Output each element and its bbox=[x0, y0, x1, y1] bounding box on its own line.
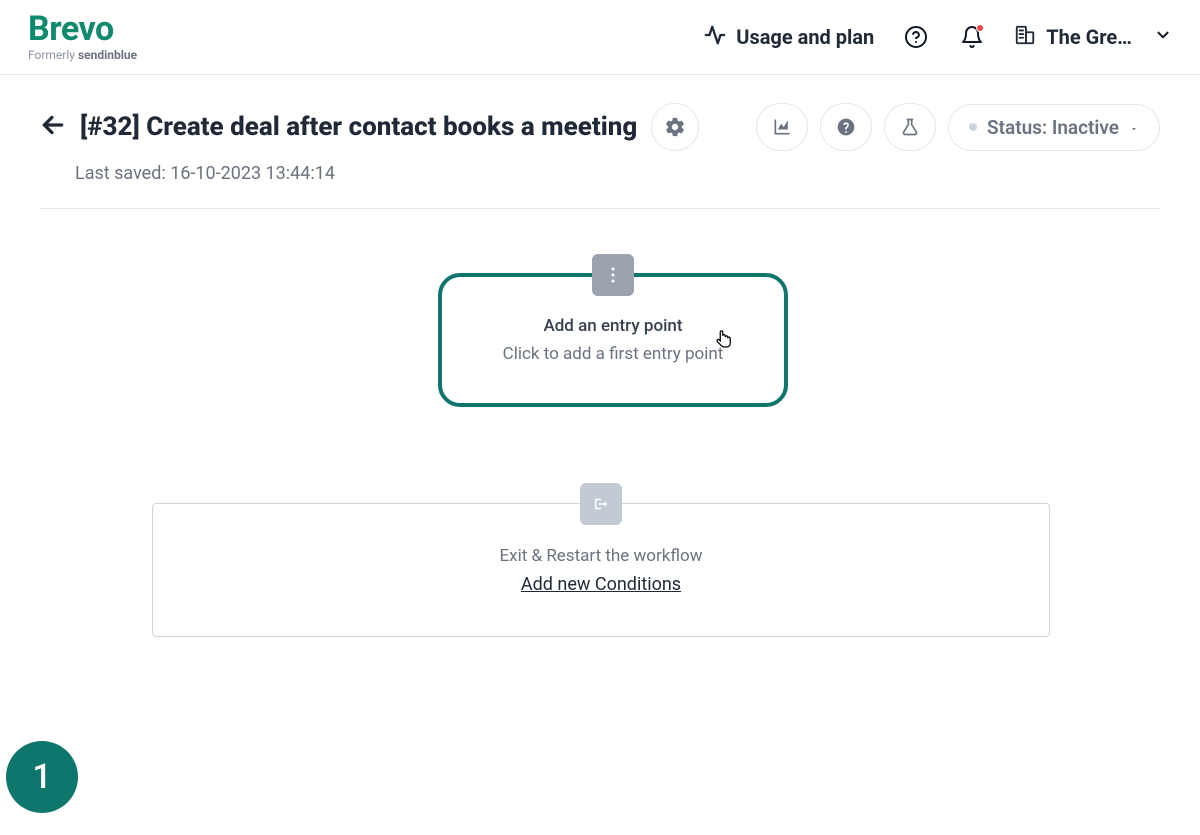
help-solid-icon bbox=[836, 117, 856, 137]
entry-card-subtitle: Click to add a first entry point bbox=[503, 344, 724, 364]
activity-icon bbox=[704, 24, 726, 51]
arrow-left-icon bbox=[40, 112, 66, 138]
pointer-cursor-icon bbox=[714, 329, 734, 355]
entry-card-title: Add an entry point bbox=[543, 316, 682, 336]
brand-logo: Brevo bbox=[28, 12, 137, 46]
analytics-button[interactable] bbox=[756, 103, 808, 151]
exit-restart-card: Exit & Restart the workflow Add new Cond… bbox=[152, 503, 1050, 637]
brand-tagline: Formerly sendinblue bbox=[28, 48, 137, 62]
app-header: Brevo Formerly sendinblue Usage and plan… bbox=[0, 0, 1200, 75]
settings-button[interactable] bbox=[651, 103, 699, 151]
last-saved: Last saved: 16-10-2023 13:44:14 bbox=[0, 157, 1200, 184]
page-title: [#32] Create deal after contact books a … bbox=[80, 112, 637, 142]
chevron-down-icon bbox=[1154, 25, 1172, 49]
drag-handle-icon bbox=[610, 266, 616, 284]
page-title-row: [#32] Create deal after contact books a … bbox=[0, 75, 1200, 157]
notifications-button[interactable] bbox=[958, 23, 986, 51]
brand-tagline-bold: sendinblue bbox=[78, 48, 137, 62]
workflow-canvas: Add an entry point Click to add a first … bbox=[0, 209, 1200, 259]
account-name: The Gre… bbox=[1046, 25, 1132, 49]
help-context-button[interactable] bbox=[820, 103, 872, 151]
add-conditions-link[interactable]: Add new Conditions bbox=[521, 574, 681, 595]
chart-area-icon bbox=[772, 117, 792, 137]
caret-down-icon bbox=[1129, 116, 1139, 139]
entry-point-card[interactable]: Add an entry point Click to add a first … bbox=[438, 273, 788, 407]
flask-icon bbox=[900, 117, 920, 137]
status-dropdown[interactable]: Status: Inactive bbox=[948, 104, 1160, 151]
account-menu[interactable]: The Gre… bbox=[1014, 24, 1172, 51]
exit-card-title: Exit & Restart the workflow bbox=[500, 546, 703, 566]
entry-card-handle[interactable] bbox=[592, 254, 634, 296]
usage-and-plan-link[interactable]: Usage and plan bbox=[704, 24, 874, 51]
back-button[interactable] bbox=[40, 112, 66, 142]
help-circle-icon bbox=[904, 25, 928, 49]
test-button[interactable] bbox=[884, 103, 936, 151]
exit-icon bbox=[592, 495, 610, 513]
help-button[interactable] bbox=[902, 23, 930, 51]
title-left: [#32] Create deal after contact books a … bbox=[40, 103, 699, 151]
status-label: Status: Inactive bbox=[987, 116, 1119, 139]
toolbar-right: Status: Inactive bbox=[756, 103, 1160, 151]
usage-and-plan-label: Usage and plan bbox=[736, 25, 874, 49]
brand-tagline-prefix: Formerly bbox=[28, 48, 78, 62]
gear-icon bbox=[664, 116, 686, 138]
header-right: Usage and plan The Gre… bbox=[704, 23, 1172, 51]
company-icon bbox=[1014, 24, 1036, 51]
status-dot bbox=[969, 123, 977, 131]
exit-card-handle[interactable] bbox=[580, 483, 622, 525]
step-badge: 1 bbox=[6, 741, 78, 813]
brand-logo-block: Brevo Formerly sendinblue bbox=[28, 12, 137, 62]
